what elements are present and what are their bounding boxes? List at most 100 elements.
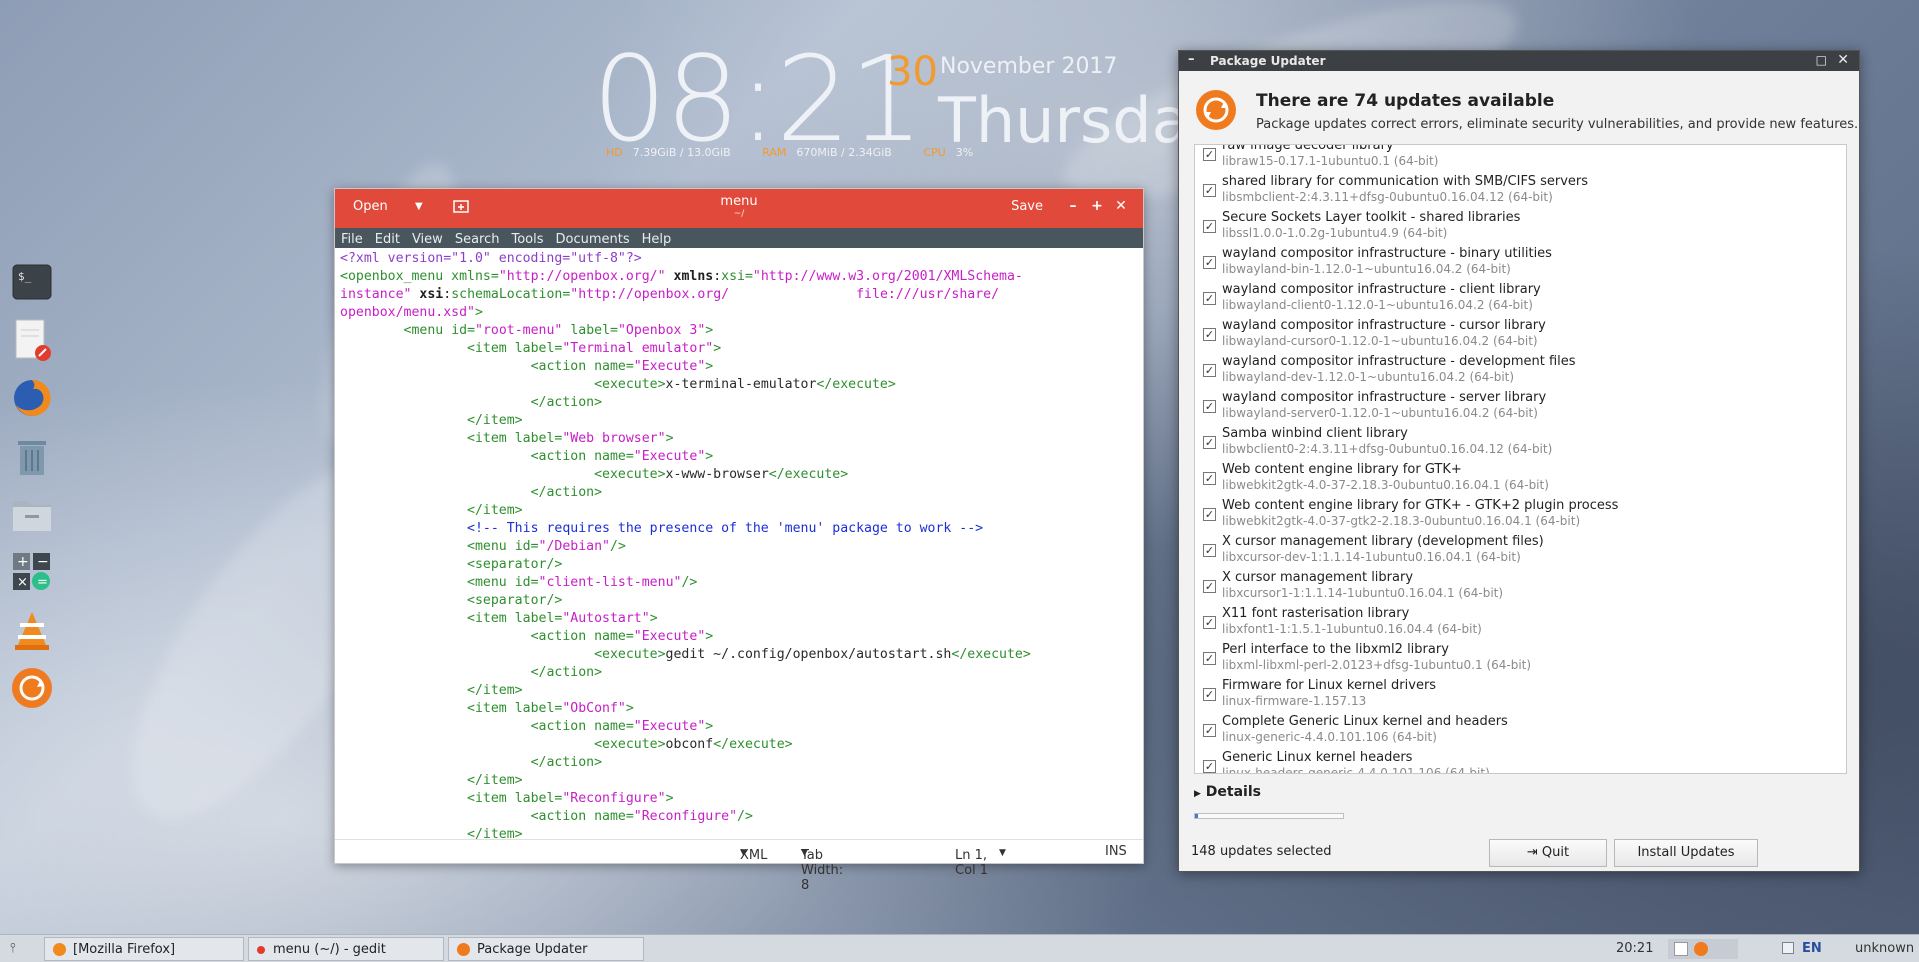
- package-name: libxml-libxml-perl-2.0123+dfsg-1ubuntu0.…: [1222, 658, 1532, 672]
- package-checkbox[interactable]: ✓: [1203, 544, 1216, 557]
- window-menu-icon[interactable]: –: [1188, 52, 1195, 67]
- trash-launcher[interactable]: [8, 432, 56, 480]
- svg-text:×: ×: [17, 575, 28, 590]
- package-name: libwayland-dev-1.12.0-1~ubuntu16.04.2 (6…: [1222, 370, 1515, 384]
- task-package-updater[interactable]: Package Updater: [448, 937, 644, 961]
- text-editor-icon[interactable]: [1674, 942, 1688, 956]
- package-checkbox[interactable]: ✓: [1203, 616, 1216, 629]
- maximize-icon[interactable]: □: [1816, 53, 1827, 67]
- language-selector[interactable]: XML ▼: [740, 844, 767, 863]
- package-row[interactable]: ✓ X11 font rasterisation library libxfont1…: [1195, 604, 1846, 640]
- firefox-launcher[interactable]: [8, 374, 56, 422]
- package-checkbox[interactable]: ✓: [1203, 688, 1216, 701]
- firefox-icon: [53, 943, 66, 956]
- package-updater-titlebar[interactable]: – Package Updater □ ✕: [1179, 51, 1859, 71]
- package-checkbox[interactable]: ✓: [1203, 184, 1216, 197]
- menu-edit[interactable]: Edit: [369, 230, 406, 247]
- package-row[interactable]: ✓ X cursor management library libxcursor1-…: [1195, 568, 1846, 604]
- start-menu-icon[interactable]: ⫯: [10, 941, 16, 956]
- package-name: libwebkit2gtk-4.0-37-2.18.3-0ubuntu0.16.…: [1222, 478, 1549, 492]
- menu-search[interactable]: Search: [449, 230, 506, 247]
- menu-help[interactable]: Help: [636, 230, 678, 247]
- package-row[interactable]: ✓ wayland compositor infrastructure - ser…: [1195, 388, 1846, 424]
- menu-file[interactable]: File: [335, 230, 369, 247]
- package-name: linux-firmware-1.157.13: [1222, 694, 1367, 708]
- package-checkbox[interactable]: ✓: [1203, 652, 1216, 665]
- package-row[interactable]: ✓ raw image decoder library libraw15-0.17.…: [1195, 145, 1846, 172]
- calculator-icon: + −× =: [13, 553, 50, 590]
- package-checkbox[interactable]: ✓: [1203, 256, 1216, 269]
- package-checkbox[interactable]: ✓: [1203, 220, 1216, 233]
- package-row[interactable]: ✓ Generic Linux kernel headers linux-heade…: [1195, 748, 1846, 773]
- tab-width-selector[interactable]: Tab Width: 8 ▼: [801, 844, 843, 893]
- svg-text:=: =: [37, 575, 48, 590]
- menu-documents[interactable]: Documents: [550, 230, 636, 247]
- taskbar-clock[interactable]: 20:21: [1616, 941, 1653, 956]
- software-updater-launcher[interactable]: [8, 664, 56, 712]
- package-row[interactable]: ✓ Web content engine library for GTK+ - G…: [1195, 496, 1846, 532]
- package-row[interactable]: ✓ Firmware for Linux kernel drivers linux-…: [1195, 676, 1846, 712]
- hd-label: HD: [606, 146, 623, 159]
- keyboard-icon[interactable]: [1782, 942, 1794, 954]
- package-description: Web content engine library for GTK+ - GT…: [1222, 498, 1619, 513]
- package-row[interactable]: ✓ shared library for communication with S…: [1195, 172, 1846, 208]
- quit-button[interactable]: ⇥ Quit: [1489, 839, 1607, 867]
- package-name: libwayland-cursor0-1.12.0-1~ubuntu16.04.…: [1222, 334, 1538, 348]
- file-manager-launcher[interactable]: [8, 490, 56, 538]
- package-row[interactable]: ✓ X cursor management library (developmen…: [1195, 532, 1846, 568]
- package-row[interactable]: ✓ wayland compositor infrastructure - cur…: [1195, 316, 1846, 352]
- package-checkbox[interactable]: ✓: [1203, 472, 1216, 485]
- gedit-titlebar[interactable]: Open ▼ menu ~/ Save – + ✕: [335, 189, 1143, 228]
- package-row[interactable]: ✓ wayland compositor infrastructure - cli…: [1195, 280, 1846, 316]
- details-expander[interactable]: ▶ Details: [1194, 784, 1261, 800]
- svg-text:+: +: [17, 554, 29, 570]
- close-icon[interactable]: ✕: [1113, 198, 1129, 214]
- calculator-launcher[interactable]: + − × =: [8, 548, 56, 596]
- package-row[interactable]: ✓ Secure Sockets Layer toolkit - shared l…: [1195, 208, 1846, 244]
- package-name: libwayland-bin-1.12.0-1~ubuntu16.04.2 (6…: [1222, 262, 1511, 276]
- package-name: libwayland-server0-1.12.0-1~ubuntu16.04.…: [1222, 406, 1538, 420]
- cursor-position[interactable]: Ln 1, Col 1 ▼: [955, 844, 1006, 878]
- text-editor-icon: [257, 946, 265, 954]
- install-updates-button[interactable]: Install Updates: [1614, 839, 1758, 867]
- package-row[interactable]: ✓ Perl interface to the libxml2 library li…: [1195, 640, 1846, 676]
- text-editor-launcher[interactable]: [8, 316, 56, 364]
- package-name: libssl1.0.0-1.0.2g-1ubuntu4.9 (64-bit): [1222, 226, 1448, 240]
- package-row[interactable]: ✓ wayland compositor infrastructure - dev…: [1195, 352, 1846, 388]
- package-checkbox[interactable]: ✓: [1203, 436, 1216, 449]
- clock-time: 08:21: [592, 30, 924, 168]
- user-name[interactable]: unknown: [1855, 941, 1914, 956]
- package-checkbox[interactable]: ✓: [1203, 148, 1216, 161]
- text-editor-area[interactable]: <?xml version="1.0" encoding="utf-8"?> <…: [340, 250, 1138, 839]
- package-row[interactable]: ✓ Samba winbind client library libwbclient…: [1195, 424, 1846, 460]
- package-checkbox[interactable]: ✓: [1203, 580, 1216, 593]
- package-checkbox[interactable]: ✓: [1203, 400, 1216, 413]
- maximize-icon[interactable]: +: [1089, 198, 1105, 214]
- close-icon[interactable]: ✕: [1837, 52, 1849, 68]
- hd-value: 7.39GiB / 13.0GiB: [632, 146, 731, 159]
- package-list[interactable]: ✓ raw image decoder library libraw15-0.17.…: [1194, 144, 1847, 774]
- minimize-icon[interactable]: –: [1065, 198, 1081, 214]
- software-updater-icon: [457, 943, 470, 956]
- package-checkbox[interactable]: ✓: [1203, 760, 1216, 773]
- package-checkbox[interactable]: ✓: [1203, 724, 1216, 737]
- package-checkbox[interactable]: ✓: [1203, 508, 1216, 521]
- package-checkbox[interactable]: ✓: [1203, 328, 1216, 341]
- package-checkbox[interactable]: ✓: [1203, 292, 1216, 305]
- task-firefox[interactable]: [Mozilla Firefox]: [44, 937, 244, 961]
- package-row[interactable]: ✓ Web content engine library for GTK+ libw…: [1195, 460, 1846, 496]
- menu-tools[interactable]: Tools: [505, 230, 549, 247]
- vlc-launcher[interactable]: [8, 606, 56, 654]
- details-label: Details: [1205, 784, 1261, 800]
- software-updater-icon[interactable]: [1694, 942, 1708, 956]
- task-gedit[interactable]: menu (~/) - gedit: [248, 937, 444, 961]
- package-row[interactable]: ✓ wayland compositor infrastructure - bin…: [1195, 244, 1846, 280]
- vlc-icon: [15, 612, 49, 650]
- package-name: libwebkit2gtk-4.0-37-gtk2-2.18.3-0ubuntu…: [1222, 514, 1581, 528]
- package-row[interactable]: ✓ Complete Generic Linux kernel and heade…: [1195, 712, 1846, 748]
- save-button[interactable]: Save: [1011, 199, 1043, 214]
- menu-view[interactable]: View: [406, 230, 449, 247]
- keyboard-layout[interactable]: EN: [1802, 941, 1822, 956]
- terminal-launcher[interactable]: $_: [8, 258, 56, 306]
- package-checkbox[interactable]: ✓: [1203, 364, 1216, 377]
